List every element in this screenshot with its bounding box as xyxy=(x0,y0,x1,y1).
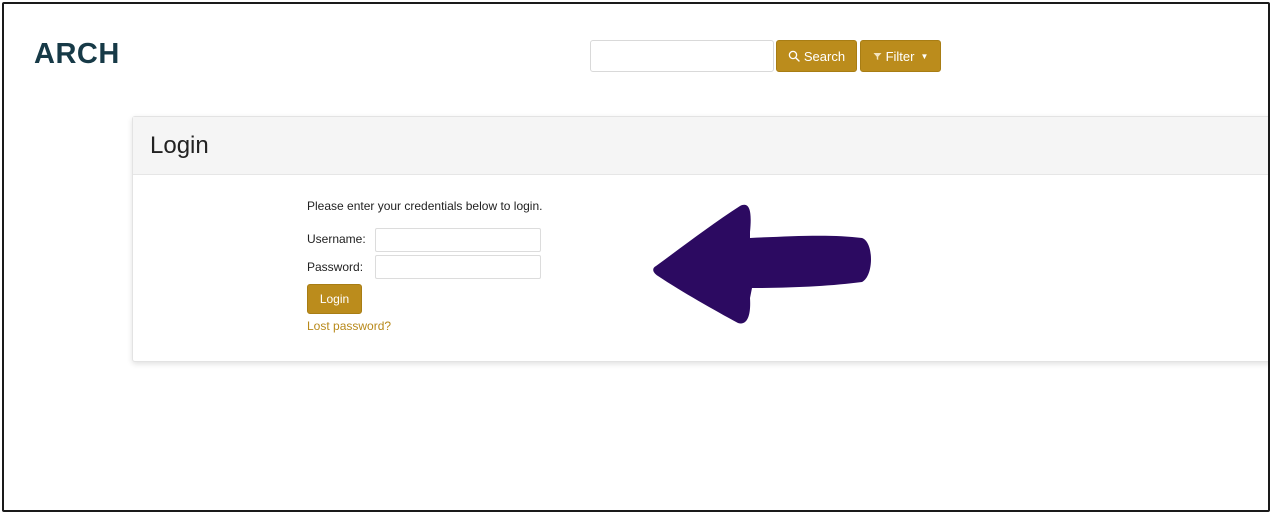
search-button[interactable]: Search xyxy=(776,40,857,72)
caret-down-icon: ▼ xyxy=(920,51,929,61)
search-button-label: Search xyxy=(803,48,846,64)
lost-password-link[interactable]: Lost password? xyxy=(307,319,391,333)
login-instructions: Please enter your credentials below to l… xyxy=(307,199,543,213)
filter-button-label: Filter xyxy=(885,48,915,64)
username-label: Username: xyxy=(307,232,366,246)
arrow-left-icon xyxy=(652,202,874,333)
password-label: Password: xyxy=(307,260,364,274)
search-input[interactable] xyxy=(590,40,774,72)
login-panel-header: Login xyxy=(133,117,1268,175)
password-field[interactable] xyxy=(375,255,541,279)
search-icon xyxy=(788,50,800,62)
site-logo[interactable]: ARCH xyxy=(34,38,120,71)
browser-frame: ARCH Search Filter ▼ Login Please enter … xyxy=(2,2,1270,512)
username-field[interactable] xyxy=(375,228,541,252)
filter-icon xyxy=(873,52,882,61)
filter-button[interactable]: Filter ▼ xyxy=(860,40,941,72)
login-title: Login xyxy=(150,131,209,159)
login-button[interactable]: Login xyxy=(307,284,362,314)
